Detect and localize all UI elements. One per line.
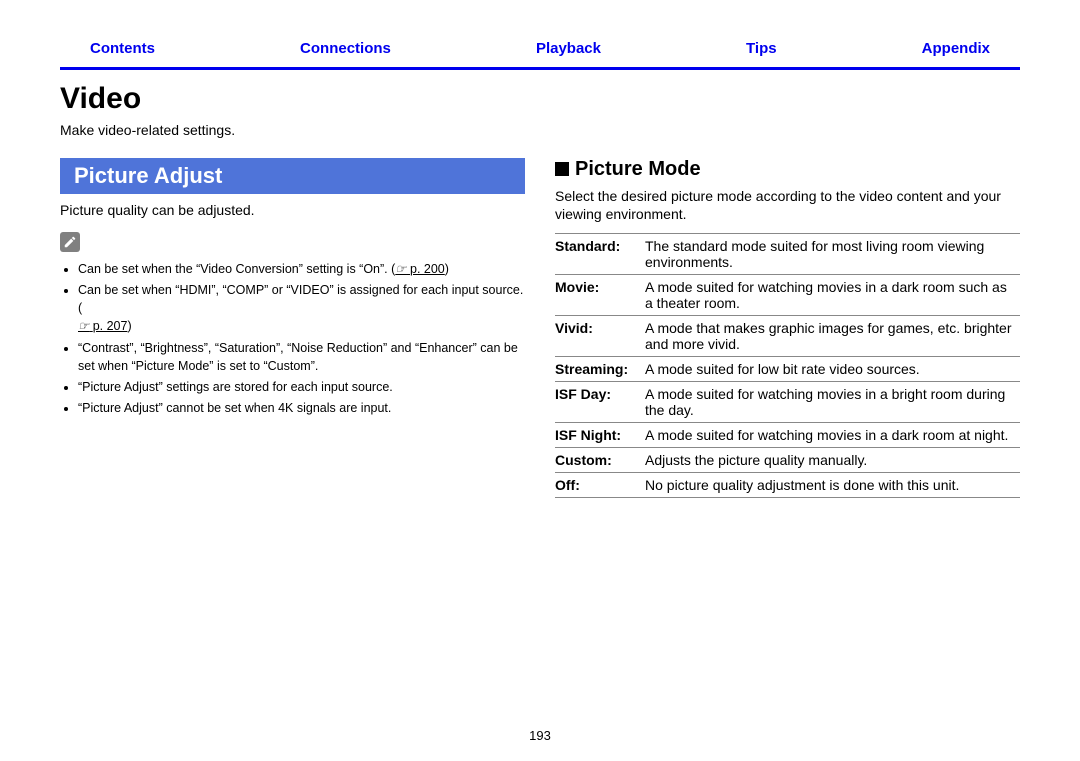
top-nav: Contents Connections Playback Tips Appen… bbox=[60, 40, 1020, 67]
table-row: ISF Night: A mode suited for watching mo… bbox=[555, 423, 1020, 448]
section-bar-picture-adjust: Picture Adjust bbox=[60, 158, 525, 194]
mode-label: Standard: bbox=[555, 234, 645, 275]
hand-icon: ☞ bbox=[395, 262, 406, 276]
mode-label: Off: bbox=[555, 473, 645, 498]
note-icon bbox=[60, 232, 80, 252]
page-ref-207[interactable]: ☞ p. 207 bbox=[78, 319, 127, 333]
subsection-heading-picture-mode: Picture Mode bbox=[555, 158, 1020, 181]
note-item: “Picture Adjust” cannot be set when 4K s… bbox=[78, 399, 525, 417]
note-text: Can be set when the “Video Conversion” s… bbox=[78, 262, 395, 276]
page-title: Video bbox=[60, 82, 1020, 116]
mode-desc: A mode suited for low bit rate video sou… bbox=[645, 357, 1020, 382]
note-text: Can be set when “HDMI”, “COMP” or “VIDEO… bbox=[78, 283, 523, 315]
mode-label: Custom: bbox=[555, 448, 645, 473]
table-row: Custom: Adjusts the picture quality manu… bbox=[555, 448, 1020, 473]
nav-playback[interactable]: Playback bbox=[536, 40, 601, 57]
mode-label: Streaming: bbox=[555, 357, 645, 382]
mode-label: Movie: bbox=[555, 275, 645, 316]
nav-divider bbox=[60, 67, 1020, 70]
mode-desc: A mode suited for watching movies in a d… bbox=[645, 275, 1020, 316]
right-column: Picture Mode Select the desired picture … bbox=[555, 158, 1020, 498]
page-number: 193 bbox=[529, 728, 551, 743]
note-item: “Contrast”, “Brightness”, “Saturation”, … bbox=[78, 339, 525, 375]
notes-list: Can be set when the “Video Conversion” s… bbox=[60, 260, 525, 417]
mode-label: Vivid: bbox=[555, 316, 645, 357]
table-row: Standard: The standard mode suited for m… bbox=[555, 234, 1020, 275]
subsection-heading-text: Picture Mode bbox=[575, 158, 701, 180]
mode-desc: Adjusts the picture quality manually. bbox=[645, 448, 1020, 473]
page-ref-200[interactable]: ☞ p. 200 bbox=[395, 262, 444, 276]
left-column: Picture Adjust Picture quality can be ad… bbox=[60, 158, 525, 498]
mode-label: ISF Night: bbox=[555, 423, 645, 448]
note-item: Can be set when “HDMI”, “COMP” or “VIDEO… bbox=[78, 281, 525, 335]
content-columns: Picture Adjust Picture quality can be ad… bbox=[60, 158, 1020, 498]
note-text: ) bbox=[445, 262, 449, 276]
hand-icon: ☞ bbox=[78, 319, 89, 333]
picture-adjust-lead: Picture quality can be adjusted. bbox=[60, 202, 525, 218]
picture-mode-table: Standard: The standard mode suited for m… bbox=[555, 233, 1020, 498]
mode-desc: A mode that makes graphic images for gam… bbox=[645, 316, 1020, 357]
manual-page: Contents Connections Playback Tips Appen… bbox=[0, 0, 1080, 761]
nav-appendix[interactable]: Appendix bbox=[922, 40, 990, 57]
mode-desc: A mode suited for watching movies in a d… bbox=[645, 423, 1020, 448]
note-text: ) bbox=[127, 319, 131, 333]
page-ref-label: p. 207 bbox=[93, 319, 128, 333]
mode-label: ISF Day: bbox=[555, 382, 645, 423]
nav-contents[interactable]: Contents bbox=[90, 40, 155, 57]
note-item: “Picture Adjust” settings are stored for… bbox=[78, 378, 525, 396]
mode-desc: The standard mode suited for most living… bbox=[645, 234, 1020, 275]
mode-desc: No picture quality adjustment is done wi… bbox=[645, 473, 1020, 498]
note-item: Can be set when the “Video Conversion” s… bbox=[78, 260, 525, 278]
page-subtitle: Make video-related settings. bbox=[60, 122, 1020, 138]
table-row: Streaming: A mode suited for low bit rat… bbox=[555, 357, 1020, 382]
nav-tips[interactable]: Tips bbox=[746, 40, 777, 57]
table-row: ISF Day: A mode suited for watching movi… bbox=[555, 382, 1020, 423]
mode-desc: A mode suited for watching movies in a b… bbox=[645, 382, 1020, 423]
picture-mode-intro: Select the desired picture mode accordin… bbox=[555, 187, 1020, 223]
page-ref-label: p. 200 bbox=[410, 262, 445, 276]
square-bullet-icon bbox=[555, 162, 569, 176]
table-row: Off: No picture quality adjustment is do… bbox=[555, 473, 1020, 498]
table-row: Movie: A mode suited for watching movies… bbox=[555, 275, 1020, 316]
table-row: Vivid: A mode that makes graphic images … bbox=[555, 316, 1020, 357]
nav-connections[interactable]: Connections bbox=[300, 40, 391, 57]
